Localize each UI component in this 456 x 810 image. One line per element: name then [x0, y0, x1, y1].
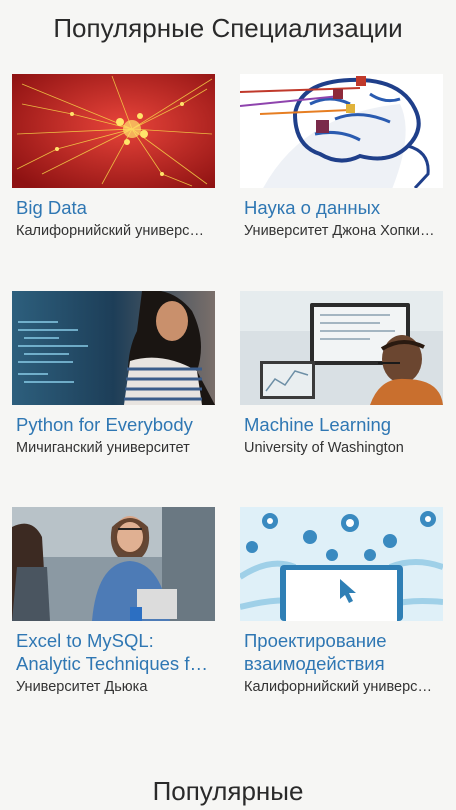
card-title[interactable]: Big Data — [16, 196, 215, 219]
card-university: Калифорнийский университет в Сан-Диего — [244, 679, 440, 695]
card-title[interactable]: Machine Learning — [244, 413, 443, 436]
brain-diagram-image — [240, 74, 443, 188]
specialization-card-interaction-design[interactable]: Проектирование взаимодействия Калифорний… — [240, 507, 443, 697]
card-university: Университет Джона Хопкинса — [244, 223, 440, 239]
specialization-card-data-science[interactable]: Наука о данных Университет Джона Хопкинс… — [240, 74, 443, 241]
card-title[interactable]: Наука о данных — [244, 196, 443, 219]
section-title: Популярные — [152, 776, 304, 806]
man-at-computer-image — [240, 291, 443, 405]
specialization-card-excel-mysql[interactable]: Excel to MySQL: Analytic Techniques for … — [12, 507, 215, 697]
specialization-card-big-data[interactable]: Big Data Калифорнийский университет в Са… — [12, 74, 215, 241]
specialization-card-machine-learning[interactable]: Machine Learning University of Washingto… — [240, 291, 443, 458]
student-coding-image — [12, 291, 215, 405]
section-title: Популярные Специализации — [53, 13, 403, 43]
card-university: University of Washington — [244, 440, 404, 456]
card-university: Мичиганский университет — [16, 440, 190, 456]
red-network-image — [12, 74, 215, 188]
card-title[interactable]: Excel to MySQL: Analytic Techniques for … — [16, 629, 215, 675]
women-laptop-image — [12, 507, 215, 621]
card-university: Калифорнийский университет в Сан-Диего — [16, 223, 212, 239]
specialization-card-python[interactable]: Python for Everybody Мичиганский универс… — [12, 291, 215, 458]
specializations-screen: Популярные Специализации Big Data Калифо… — [0, 0, 456, 810]
card-title[interactable]: Проектирование взаимодействия — [244, 629, 443, 675]
card-university: Университет Дьюка — [16, 679, 148, 695]
card-title[interactable]: Python for Everybody — [16, 413, 215, 436]
interaction-icons-image — [240, 507, 443, 621]
